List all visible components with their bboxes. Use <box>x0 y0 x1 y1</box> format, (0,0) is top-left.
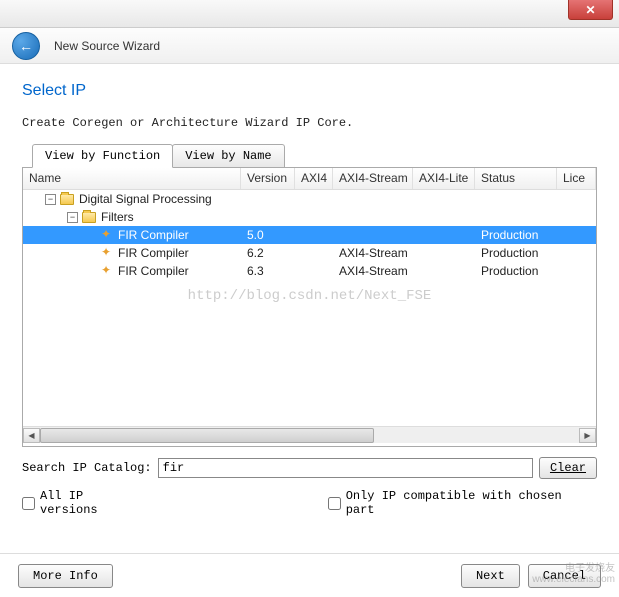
watermark-text: http://blog.csdn.net/Next_FSE <box>23 288 596 304</box>
collapse-icon[interactable]: − <box>45 194 56 205</box>
tab-view-by-name[interactable]: View by Name <box>172 144 284 167</box>
close-icon: ✕ <box>585 3 595 17</box>
scroll-right-icon[interactable]: ▶ <box>579 428 596 443</box>
window-title: New Source Wizard <box>54 39 160 53</box>
tree-group-filters[interactable]: − Filters <box>23 208 596 226</box>
arrow-left-icon: ← <box>19 38 33 54</box>
tree-header: Name Version AXI4 AXI4-Stream AXI4-Lite … <box>23 168 596 190</box>
header-bar: ← New Source Wizard <box>0 28 619 64</box>
item-status: Production <box>475 246 557 260</box>
search-row: Search IP Catalog: Clear <box>22 457 597 479</box>
scroll-track[interactable] <box>40 428 579 443</box>
item-name: FIR Compiler <box>118 246 189 260</box>
ip-icon <box>101 229 113 241</box>
item-status: Production <box>475 264 557 278</box>
item-name: FIR Compiler <box>118 264 189 278</box>
cancel-button[interactable]: Cancel <box>528 564 601 588</box>
checkbox-icon[interactable] <box>328 497 341 510</box>
col-name[interactable]: Name <box>23 168 241 189</box>
checkbox-icon[interactable] <box>22 497 35 510</box>
folder-icon <box>60 194 74 205</box>
item-version: 6.3 <box>241 264 295 278</box>
scroll-thumb[interactable] <box>40 428 374 443</box>
col-axi4-stream[interactable]: AXI4-Stream <box>333 168 413 189</box>
ip-icon <box>101 247 113 259</box>
item-axi4s: AXI4-Stream <box>333 264 413 278</box>
col-axi4[interactable]: AXI4 <box>295 168 333 189</box>
only-compatible-checkbox[interactable]: Only IP compatible with chosen part <box>328 489 597 517</box>
page-subtitle: Create Coregen or Architecture Wizard IP… <box>22 116 597 130</box>
item-axi4s: AXI4-Stream <box>333 246 413 260</box>
content-area: Select IP Create Coregen or Architecture… <box>0 64 619 527</box>
tab-view-by-function[interactable]: View by Function <box>32 144 173 168</box>
col-license[interactable]: Lice <box>557 168 596 189</box>
col-status[interactable]: Status <box>475 168 557 189</box>
ip-icon <box>101 265 113 277</box>
tab-bar: View by Function View by Name <box>32 144 597 167</box>
title-bar: ✕ <box>0 0 619 28</box>
next-button[interactable]: Next <box>461 564 520 588</box>
item-status: Production <box>475 228 557 242</box>
close-button[interactable]: ✕ <box>568 0 613 20</box>
footer-bar: More Info Next Cancel <box>0 553 619 597</box>
checkbox-label: Only IP compatible with chosen part <box>346 489 597 517</box>
all-versions-checkbox[interactable]: All IP versions <box>22 489 148 517</box>
item-name: FIR Compiler <box>118 228 189 242</box>
back-button[interactable]: ← <box>12 32 40 60</box>
more-info-button[interactable]: More Info <box>18 564 113 588</box>
col-axi4-lite[interactable]: AXI4-Lite <box>413 168 475 189</box>
ip-tree-panel: Name Version AXI4 AXI4-Stream AXI4-Lite … <box>22 167 597 447</box>
tree-body: − Digital Signal Processing − Filters FI… <box>23 190 596 426</box>
clear-button[interactable]: Clear <box>539 457 597 479</box>
scroll-left-icon[interactable]: ◀ <box>23 428 40 443</box>
tree-item-fir-50[interactable]: FIR Compiler 5.0 Production <box>23 226 596 244</box>
folder-icon <box>82 212 96 223</box>
item-version: 6.2 <box>241 246 295 260</box>
search-input[interactable] <box>158 458 533 478</box>
tree-item-fir-63[interactable]: FIR Compiler 6.3 AXI4-Stream Production <box>23 262 596 280</box>
page-title: Select IP <box>22 82 597 100</box>
tree-group-dsp[interactable]: − Digital Signal Processing <box>23 190 596 208</box>
group-label: Digital Signal Processing <box>79 192 212 206</box>
item-version: 5.0 <box>241 228 295 242</box>
checkbox-label: All IP versions <box>40 489 148 517</box>
search-label: Search IP Catalog: <box>22 461 152 475</box>
checkbox-row: All IP versions Only IP compatible with … <box>22 489 597 517</box>
collapse-icon[interactable]: − <box>67 212 78 223</box>
col-version[interactable]: Version <box>241 168 295 189</box>
group-label: Filters <box>101 210 134 224</box>
horizontal-scrollbar[interactable]: ◀ ▶ <box>23 426 596 443</box>
tree-item-fir-62[interactable]: FIR Compiler 6.2 AXI4-Stream Production <box>23 244 596 262</box>
